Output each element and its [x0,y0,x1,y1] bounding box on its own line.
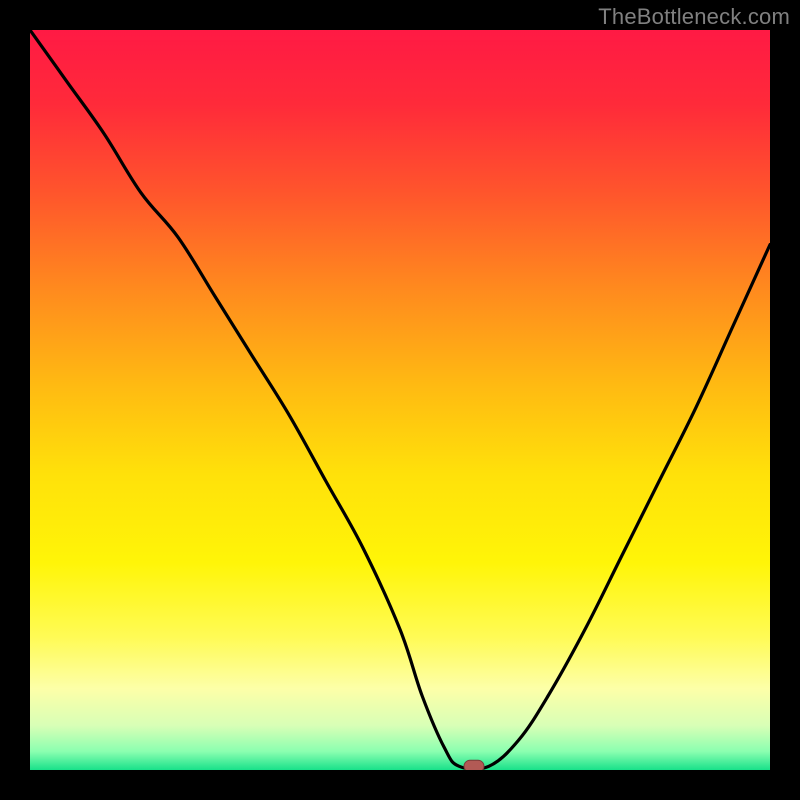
chart-svg [30,30,770,770]
optimal-marker [464,760,484,770]
chart-frame: TheBottleneck.com [0,0,800,800]
plot-area [30,30,770,770]
gradient-background [30,30,770,770]
watermark-text: TheBottleneck.com [598,4,790,30]
